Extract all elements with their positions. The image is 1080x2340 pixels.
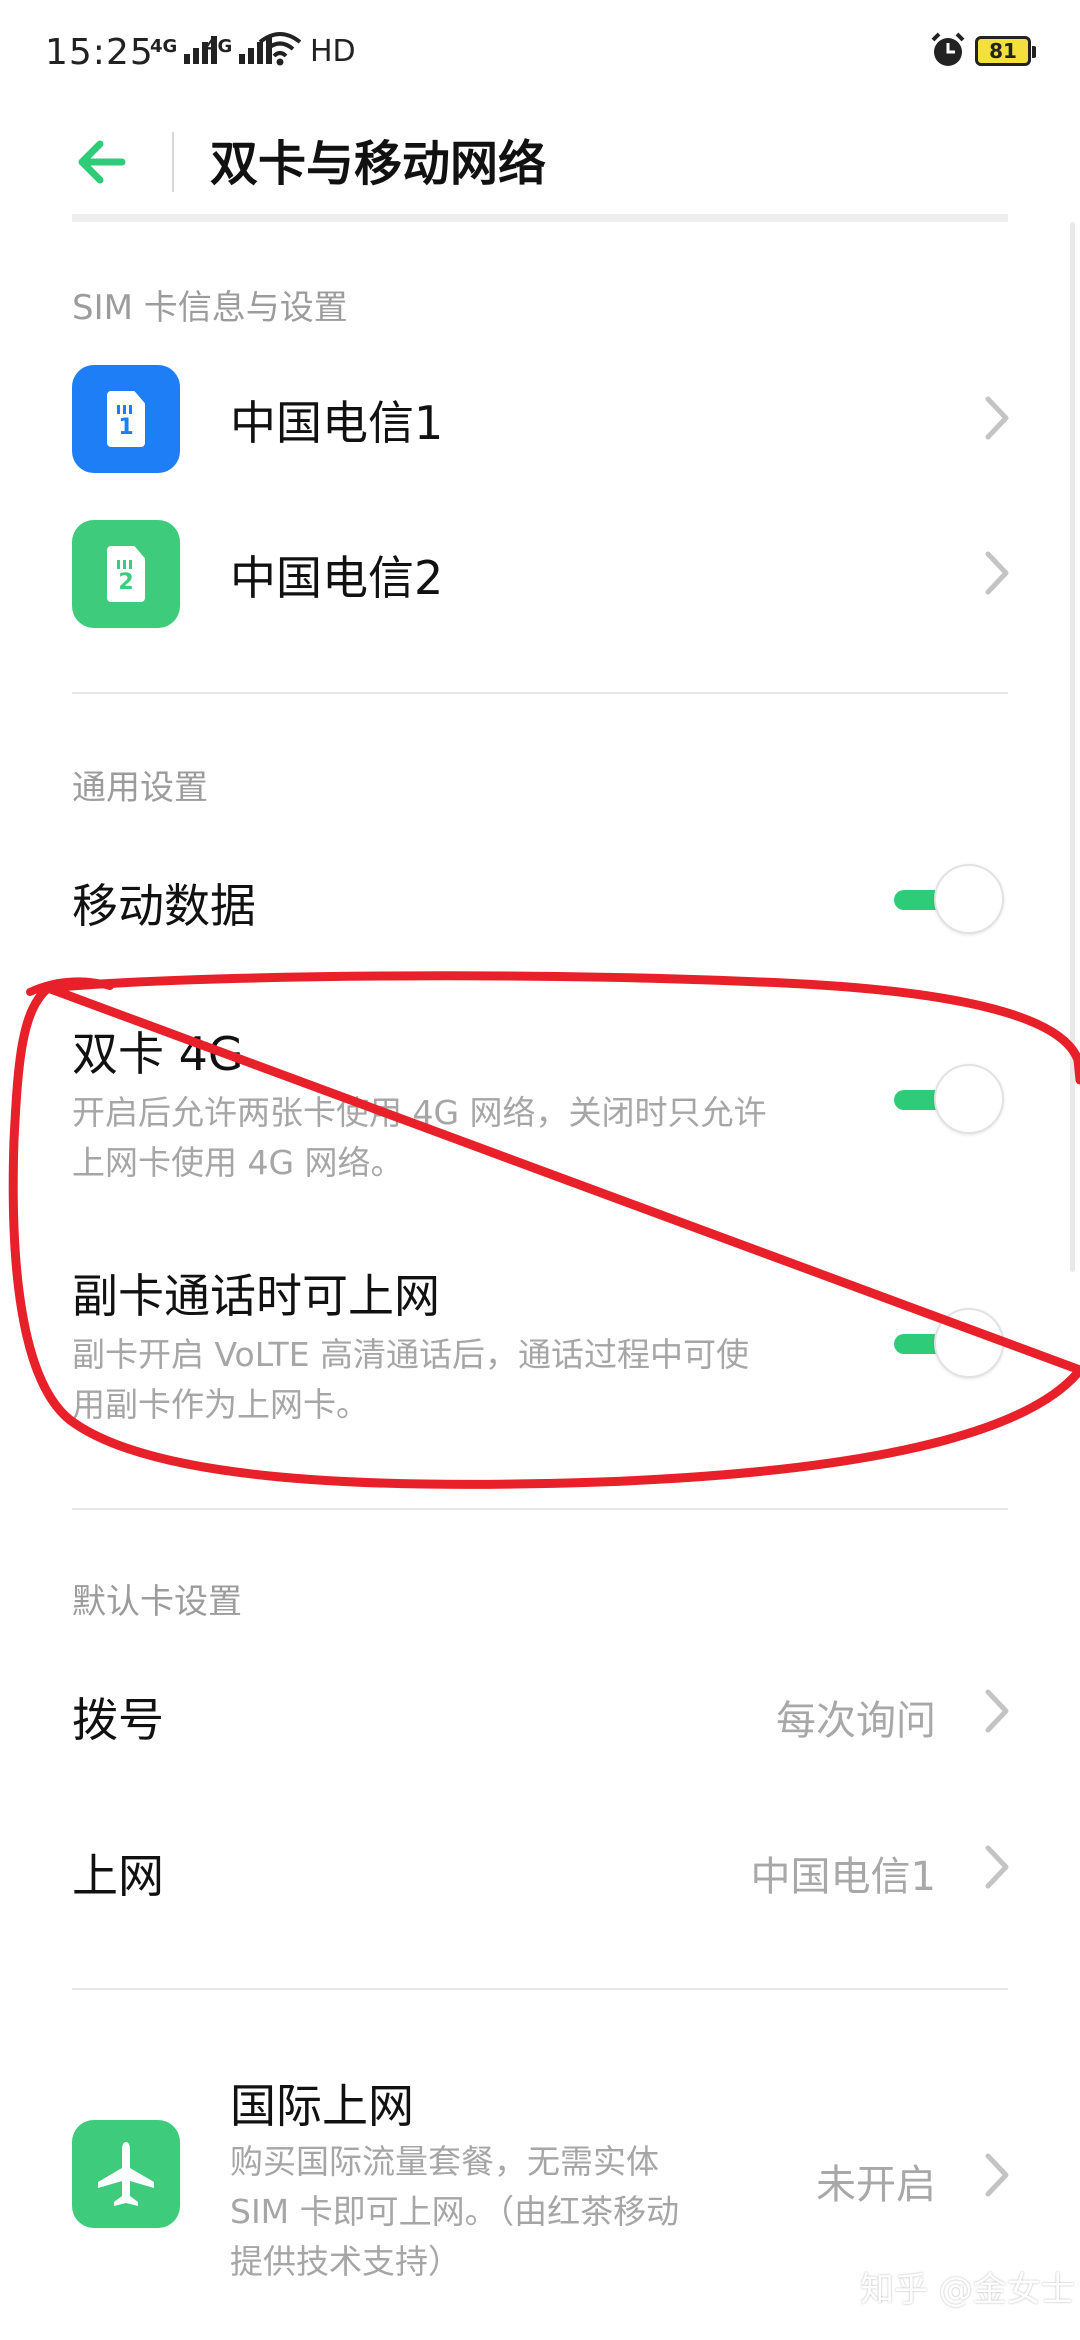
chevron-right-icon [978,2150,1018,2200]
hd-icon: HD [310,34,356,69]
sim-row-1[interactable]: 1 中国电信1 [0,335,1080,485]
back-arrow-icon [78,140,126,184]
watermark: 知乎 @金女士 [860,2270,1075,2310]
chevron-right-icon [978,393,1018,443]
airplane-icon [72,2120,180,2228]
status-bar: 15:25 4G 4G HD 81 [0,0,1080,110]
international-internet-title: 国际上网 [230,2079,414,2133]
chevron-right-icon [978,1842,1018,1892]
section-label-general: 通用设置 [72,768,208,808]
divider [72,692,1008,694]
sim-name-1: 中国电信1 [230,396,444,450]
app-header: 双卡与移动网络 [0,110,1080,222]
dual-4g-description: 开启后允许两张卡使用 4G 网络，关闭时只允许 上网卡使用 4G 网络。 [72,1093,767,1182]
chevron-right-icon [978,1686,1018,1736]
page-title: 双卡与移动网络 [210,136,547,192]
dial-value: 每次询问 [776,1698,936,1744]
secondary-data-toggle[interactable] [890,1306,1010,1382]
header-shadow [72,214,1008,222]
internet-label: 上网 [72,1849,164,1903]
back-button[interactable] [72,130,136,194]
international-internet-description: 购买国际流量套餐，无需实体 SIM 卡即可上网。（由红茶移动 提供技术支持） [230,2142,680,2281]
section-label-sim: SIM 卡信息与设置 [72,288,348,328]
status-time: 15:25 [45,32,154,73]
divider [72,1508,1008,1510]
mobile-data-toggle[interactable] [890,862,1010,938]
mobile-data-label: 移动数据 [72,879,256,933]
alarm-icon [928,30,968,74]
divider [72,1988,1008,1990]
sim-card-1-icon: 1 [72,365,180,473]
battery-icon: 81 [975,36,1036,66]
section-label-default-card: 默认卡设置 [72,1582,242,1622]
secondary-data-description: 副卡开启 VoLTE 高清通话后，通话过程中可使 用副卡作为上网卡。 [72,1335,750,1424]
internet-value: 中国电信1 [750,1854,936,1900]
dual-4g-label: 双卡 4G [72,1027,244,1081]
header-divider [172,132,174,192]
secondary-data-label: 副卡通话时可上网 [72,1269,440,1323]
sim-row-2[interactable]: 2 中国电信2 [0,490,1080,640]
dual-4g-toggle[interactable] [890,1062,1010,1138]
sim-card-2-icon: 2 [72,520,180,628]
dial-label: 拨号 [72,1693,164,1747]
chevron-right-icon [978,548,1018,598]
wifi-icon [258,30,302,70]
sim-name-2: 中国电信2 [230,551,444,605]
international-internet-status: 未开启 [816,2162,936,2208]
